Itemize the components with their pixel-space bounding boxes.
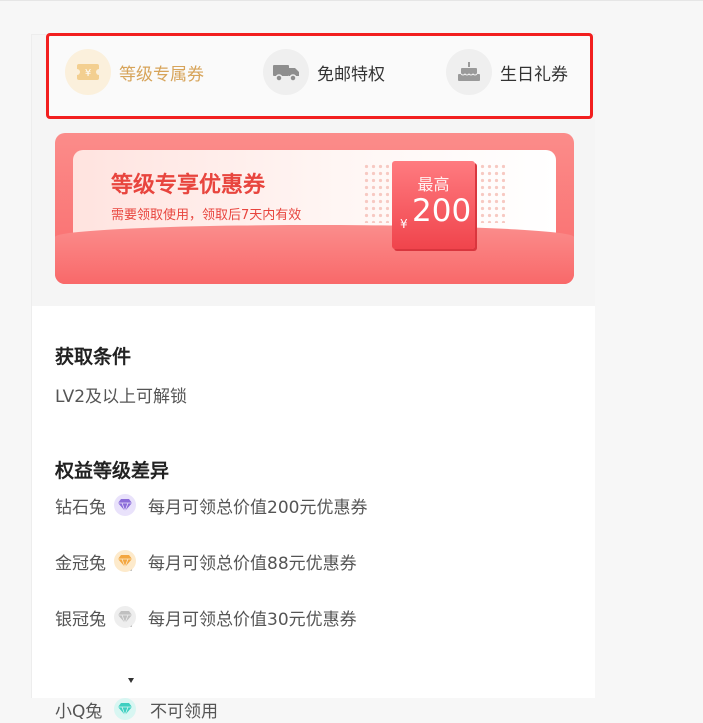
decorative-dots	[479, 163, 505, 223]
tier-diff-heading: 权益等级差异	[55, 460, 170, 482]
banner-pocket	[55, 225, 574, 284]
max-coupon-ticket: 最高 ¥ 200	[392, 161, 475, 249]
tier-desc: 每月可领总价值30元优惠券	[148, 609, 357, 630]
tab-level-coupon[interactable]: ¥ 等级专属券	[65, 49, 204, 95]
banner-title: 等级专享优惠券	[111, 173, 266, 198]
q-rabbit-badge-icon	[114, 698, 136, 720]
tab-label: 免邮特权	[317, 64, 385, 85]
decorative-dots	[363, 163, 389, 223]
tier-row: 钻石兔 每月可领总价值200元优惠券	[55, 491, 367, 519]
conditions-text: LV2及以上可解锁	[55, 387, 188, 407]
tab-free-shipping[interactable]: 免邮特权	[263, 49, 385, 95]
ticket-amount: 200	[412, 193, 472, 229]
tier-desc: 不可领用	[150, 701, 218, 722]
tier-row: 银冠兔 每月可领总价值30元优惠券	[55, 603, 357, 631]
birthday-cake-icon	[446, 49, 492, 95]
tier-name: 银冠兔	[55, 609, 106, 630]
tier-row: 金冠兔 每月可领总价值88元优惠券	[55, 547, 357, 575]
tier-name: 钻石兔	[55, 497, 106, 518]
gold-crown-badge-icon	[114, 550, 136, 572]
banner-subtitle: 需要领取使用，领取后7天内有效	[111, 208, 302, 223]
coupon-banner: 等级专享优惠券 需要领取使用，领取后7天内有效 最高 ¥ 200	[55, 133, 574, 284]
tab-label: 生日礼券	[500, 64, 568, 85]
tier-name: 小Q兔	[55, 701, 103, 722]
privilege-panel: ¥ 等级专属券 免邮特权 生日礼券 等级专享优惠券 需要领取使用，领取后7天内有…	[31, 33, 595, 722]
conditions-heading: 获取条件	[55, 346, 132, 368]
silver-crown-badge-icon	[114, 606, 136, 628]
coupon-ticket-icon: ¥	[65, 49, 111, 95]
panel-header-area: ¥ 等级专属券 免邮特权 生日礼券 等级专享优惠券 需要领取使用，领取后7天内有…	[32, 33, 595, 306]
tier-desc: 每月可领总价值200元优惠券	[148, 497, 368, 518]
delivery-truck-icon	[263, 49, 309, 95]
top-divider	[0, 0, 703, 1]
tab-label: 等级专属券	[119, 64, 204, 85]
tier-name: 金冠兔	[55, 553, 106, 574]
ticket-currency: ¥	[400, 217, 408, 231]
tier-row: 小Q兔 不可领用	[55, 695, 218, 723]
diamond-rabbit-badge-icon	[114, 494, 136, 516]
tier-desc: 每月可领总价值88元优惠券	[148, 553, 357, 574]
privilege-tabs: ¥ 等级专属券 免邮特权 生日礼券	[46, 33, 593, 119]
tab-birthday-coupon[interactable]: 生日礼券	[446, 49, 568, 95]
svg-text:¥: ¥	[85, 68, 91, 79]
ticket-label: 最高	[417, 175, 450, 194]
chevron-down-icon	[128, 678, 134, 683]
